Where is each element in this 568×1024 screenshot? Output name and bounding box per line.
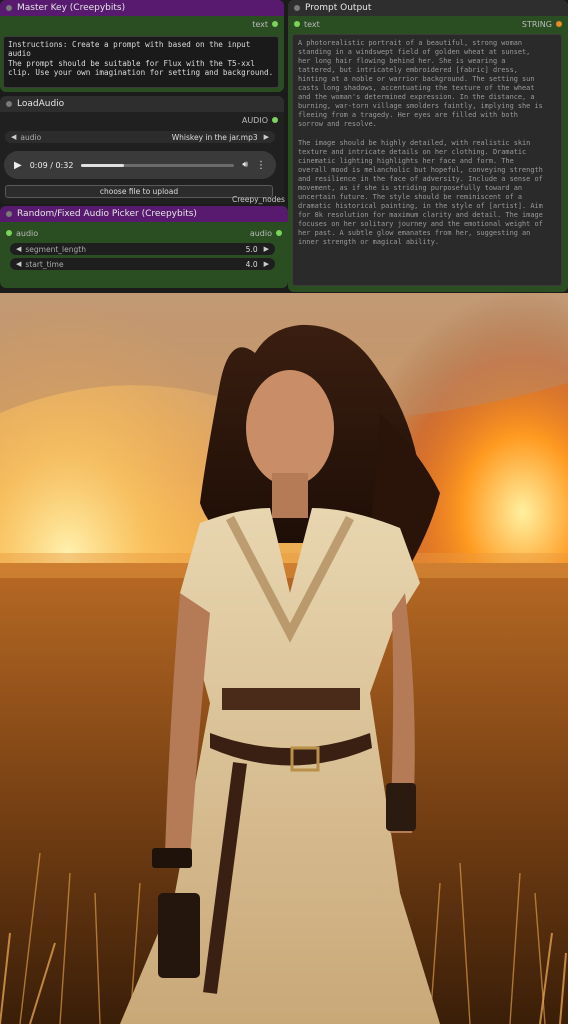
- master-key-node[interactable]: Master Key (Creepybits) text Instruction…: [0, 0, 284, 92]
- audio-picker-slot-row: audio audio: [0, 227, 288, 239]
- load-audio-header[interactable]: LoadAudio: [0, 96, 284, 112]
- audio-picker-node[interactable]: Random/Fixed Audio Picker (Creepybits) a…: [0, 206, 288, 288]
- generated-image: [0, 293, 568, 1024]
- output-slot-icon[interactable]: [276, 230, 282, 236]
- collapse-dot-icon[interactable]: [294, 5, 300, 11]
- increment-icon[interactable]: ▶: [264, 245, 269, 253]
- audio-widget-label: audio: [20, 132, 42, 142]
- output-slot-icon[interactable]: [272, 117, 278, 123]
- output-label: AUDIO: [241, 115, 268, 125]
- audio-picker-header[interactable]: Random/Fixed Audio Picker (Creepybits): [0, 206, 288, 222]
- node-group-tag: Creepy_nodes: [232, 195, 285, 204]
- audio-file-value: Whiskey in the jar.mp3: [171, 132, 258, 142]
- collapse-dot-icon[interactable]: [6, 5, 12, 11]
- volume-icon[interactable]: 🔊︎: [242, 160, 248, 170]
- load-audio-title: LoadAudio: [17, 99, 65, 109]
- play-icon[interactable]: ▶: [14, 160, 22, 171]
- master-key-output-row: text: [0, 18, 284, 30]
- output-label: audio: [249, 228, 272, 238]
- arrow-left-icon[interactable]: ◀: [11, 133, 16, 141]
- prompt-output-node[interactable]: Prompt Output text STRING A photorealist…: [288, 0, 568, 292]
- type-label: STRING: [521, 19, 552, 29]
- more-options-icon[interactable]: ⋮: [256, 160, 266, 171]
- output-slot-icon[interactable]: [272, 21, 278, 27]
- prompt-output-title: Prompt Output: [305, 3, 372, 13]
- increment-icon[interactable]: ▶: [264, 260, 269, 268]
- audio-picker-title: Random/Fixed Audio Picker (Creepybits): [17, 209, 197, 219]
- segment-length-value: 5.0: [245, 244, 258, 254]
- generated-image-preview: [0, 293, 568, 1024]
- input-label: text: [304, 19, 320, 29]
- audio-time: 0:09 / 0:32: [29, 160, 74, 170]
- start-time-label: start_time: [25, 259, 64, 269]
- arrow-right-icon[interactable]: ▶: [264, 133, 269, 141]
- prompt-output-slot-row: text STRING: [288, 18, 568, 30]
- input-slot-icon[interactable]: [294, 21, 300, 27]
- instruction-textarea[interactable]: Instructions: Create a prompt with based…: [3, 36, 279, 88]
- output-slot-icon[interactable]: [556, 21, 562, 27]
- decrement-icon[interactable]: ◀: [16, 260, 21, 268]
- input-slot-icon[interactable]: [6, 230, 12, 236]
- segment-length-input[interactable]: ◀ segment_length 5.0 ▶: [10, 243, 275, 255]
- audio-progress-track[interactable]: [81, 163, 235, 167]
- collapse-dot-icon[interactable]: [6, 101, 12, 107]
- master-key-title: Master Key (Creepybits): [17, 3, 126, 13]
- audio-file-select[interactable]: ◀ audio Whiskey in the jar.mp3 ▶: [5, 131, 275, 143]
- collapse-dot-icon[interactable]: [6, 211, 12, 217]
- decrement-icon[interactable]: ◀: [16, 245, 21, 253]
- load-audio-output-row: AUDIO: [0, 114, 284, 126]
- start-time-input[interactable]: ◀ start_time 4.0 ▶: [10, 258, 275, 270]
- output-label: text: [252, 19, 268, 29]
- input-label: audio: [16, 228, 39, 238]
- segment-length-label: segment_length: [25, 244, 86, 254]
- audio-player[interactable]: ▶ 0:09 / 0:32 🔊︎ ⋮: [4, 151, 276, 179]
- start-time-value: 4.0: [245, 259, 258, 269]
- master-key-header[interactable]: Master Key (Creepybits): [0, 0, 284, 16]
- prompt-output-header[interactable]: Prompt Output: [288, 0, 568, 16]
- audio-progress-fill: [81, 163, 125, 167]
- prompt-output-text[interactable]: A photorealistic portrait of a beautiful…: [292, 34, 562, 286]
